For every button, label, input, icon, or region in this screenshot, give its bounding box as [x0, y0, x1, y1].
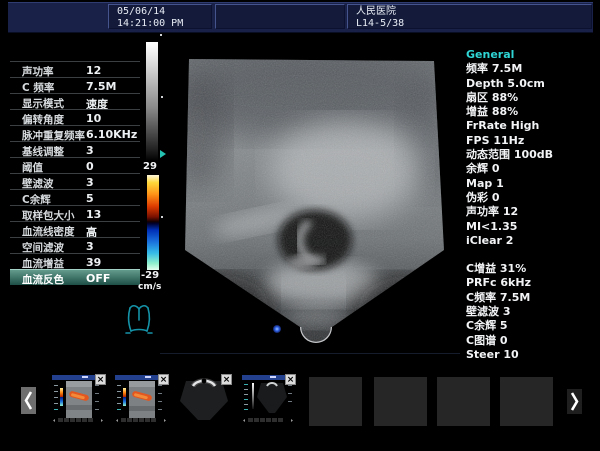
parameter-row: 脉冲重复频率6.10KHz	[10, 125, 140, 141]
parameter-row: 血流线密度高	[10, 221, 140, 237]
parameter-row: 基线调整3	[10, 141, 140, 157]
parameter-value: 0	[86, 160, 94, 173]
thumbnail-empty-slot	[309, 377, 362, 426]
info-line: 扇区 88%	[466, 91, 600, 105]
parameter-row: 偏转角度10	[10, 109, 140, 125]
info-line: C增益 31%	[466, 262, 600, 276]
thumbnail-empty-slot	[374, 377, 427, 426]
close-icon[interactable]: ×	[158, 374, 169, 385]
hospital-box: 人民医院 L14-5/38	[347, 4, 592, 29]
body-marker-icon	[123, 301, 155, 337]
info-line: 增益 88%	[466, 105, 600, 119]
image-info-panel: General 频率 7.5M Depth 5.0cm 扇区 88% 增益 88…	[466, 48, 600, 362]
info-line: 声功率 12	[466, 205, 600, 219]
info-line: C余辉 5	[466, 319, 600, 333]
parameter-row: 阈值0	[10, 157, 140, 173]
close-icon[interactable]: ×	[221, 374, 232, 385]
info-section-title: General	[466, 48, 600, 62]
parameter-value: 39	[86, 256, 101, 269]
topbar: 05/06/14 14:21:00 PM 人民医院 L14-5/38	[8, 2, 593, 33]
time-text: 14:21:00 PM	[109, 18, 211, 30]
parameter-value: 5	[86, 192, 94, 205]
parameter-value: 10	[86, 112, 101, 125]
thumbnail-empty-slot	[500, 377, 553, 426]
info-line: C图谱 0	[466, 334, 600, 348]
thumbnail-empty-slot	[437, 377, 490, 426]
info-line: 动态范围 100dB	[466, 148, 600, 162]
parameter-row: C余辉5	[10, 189, 140, 205]
thumbnail-doppler-2[interactable]: ×	[115, 375, 167, 423]
parameter-row: C 频率7.5M	[10, 77, 140, 93]
datetime-box: 05/06/14 14:21:00 PM	[108, 4, 212, 29]
parameter-row: 血流增益39	[10, 253, 140, 269]
info-line: MI<1.35	[466, 220, 600, 234]
velocity-min-label: -29	[141, 270, 159, 281]
info-line: Steer 10	[466, 348, 600, 362]
grayscale-bar	[146, 42, 158, 161]
hospital-name: 人民医院	[348, 5, 591, 18]
probe-model: L14-5/38	[348, 18, 591, 30]
velocity-unit-label: cm/s	[138, 282, 161, 292]
parameter-panel: 声功率12 C 频率7.5M 显示模式速度 偏转角度10 脉冲重复频率6.10K…	[10, 61, 140, 285]
color-info-section: C增益 31% PRFc 6kHz C频率 7.5M 壁滤波 3 C余辉 5 C…	[466, 262, 600, 362]
thumbnail-sector-1[interactable]: ×	[178, 375, 230, 423]
thumbnail-next-button[interactable]	[567, 389, 582, 414]
thumbnail-sector-2[interactable]: ×	[242, 375, 294, 423]
parameter-value: 13	[86, 208, 101, 221]
info-line: FrRate High	[466, 119, 600, 133]
parameter-value: 7.5M	[86, 80, 116, 93]
parameter-value: 3	[86, 240, 94, 253]
chevron-left-icon	[21, 387, 36, 414]
probe-position-marker	[273, 325, 281, 333]
info-line: Depth 5.0cm	[466, 77, 600, 91]
parameter-value: 12	[86, 64, 101, 77]
info-line: 壁滤波 3	[466, 305, 600, 319]
close-icon[interactable]: ×	[285, 374, 296, 385]
parameter-row: 壁滤波3	[10, 173, 140, 189]
parameter-value: 3	[86, 144, 94, 157]
tgc-marker-dot	[160, 34, 162, 36]
info-line: Map 1	[466, 177, 600, 191]
date-text: 05/06/14	[109, 5, 211, 18]
ultrasound-image	[160, 40, 460, 360]
parameter-row-highlighted: 血流反色 OFF	[10, 269, 140, 285]
close-icon[interactable]: ×	[95, 374, 106, 385]
parameter-label: 血流反色	[22, 272, 64, 287]
info-line: FPS 11Hz	[466, 134, 600, 148]
parameter-row: 声功率12	[10, 61, 140, 77]
info-line: 频率 7.5M	[466, 62, 600, 76]
info-line: C频率 7.5M	[466, 291, 600, 305]
thumbnail-prev-button[interactable]	[21, 387, 36, 414]
info-line: 余辉 0	[466, 162, 600, 176]
thumbnail-doppler-1[interactable]: ×	[52, 375, 104, 423]
ultrasound-screen: 05/06/14 14:21:00 PM 人民医院 L14-5/38 声功率12…	[0, 0, 600, 451]
parameter-row: 取样包大小13	[10, 205, 140, 221]
chevron-right-icon	[567, 389, 582, 414]
info-line: iClear 2	[466, 234, 600, 248]
parameter-value: 3	[86, 176, 94, 189]
parameter-row: 显示模式速度	[10, 93, 140, 109]
patient-info-box	[215, 4, 345, 29]
parameter-value: 6.10KHz	[86, 128, 137, 141]
velocity-max-label: 29	[143, 161, 157, 172]
parameter-value: OFF	[86, 272, 110, 285]
info-line: 伪彩 0	[466, 191, 600, 205]
info-line: PRFc 6kHz	[466, 276, 600, 290]
parameter-row: 空间滤波3	[10, 237, 140, 253]
velocity-colorbar	[147, 175, 159, 270]
